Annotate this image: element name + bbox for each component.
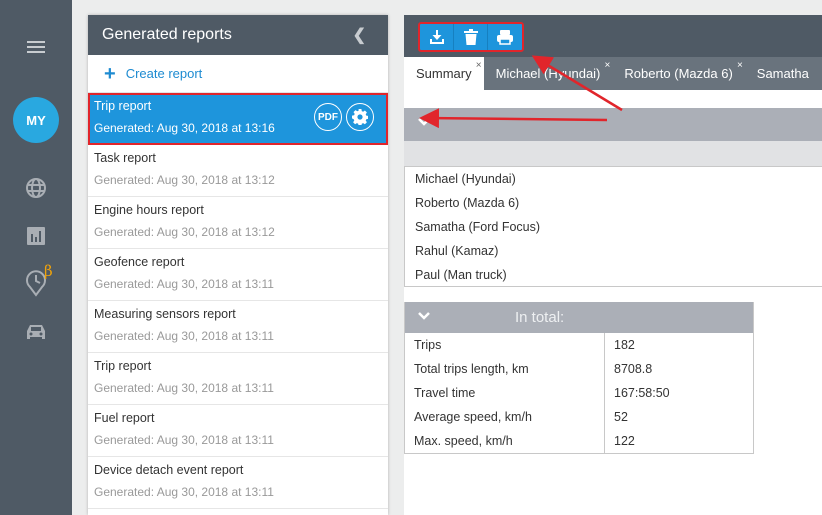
report-title: Trip report bbox=[94, 359, 152, 373]
chevron-down-icon[interactable] bbox=[418, 118, 430, 127]
report-title: Fuel report bbox=[94, 411, 155, 425]
group-header bbox=[404, 108, 822, 141]
group-subheader bbox=[404, 141, 822, 167]
report-generated: Generated: Aug 30, 2018 at 13:11 bbox=[94, 485, 274, 499]
totals-key: Max. speed, km/h bbox=[405, 429, 605, 453]
totals-table: In total: Trips 182 Total trips length, … bbox=[404, 302, 754, 454]
totals-row: Max. speed, km/h 122 bbox=[405, 429, 753, 453]
pdf-button[interactable]: PDF bbox=[314, 103, 342, 131]
download-icon bbox=[429, 30, 444, 44]
panel-title: Generated reports bbox=[102, 26, 232, 43]
tab-summary[interactable]: Summary × bbox=[404, 57, 484, 90]
totals-row: Total trips length, km 8708.8 bbox=[405, 357, 753, 381]
chevron-down-icon[interactable] bbox=[417, 311, 431, 321]
report-content: Michael (Hyundai) Roberto (Mazda 6) Sama… bbox=[404, 90, 822, 515]
totals-value: 52 bbox=[614, 410, 628, 424]
tab-label: Roberto (Mazda 6) bbox=[624, 66, 733, 81]
totals-row: Trips 182 bbox=[405, 333, 753, 357]
app: MY β Generated reports ❮ + Create report… bbox=[0, 0, 822, 515]
gear-icon bbox=[352, 109, 368, 125]
totals-header: In total: bbox=[405, 302, 753, 333]
vehicle-row[interactable]: Roberto (Mazda 6) bbox=[405, 191, 822, 215]
report-item[interactable]: Engine hours report Generated: Aug 30, 2… bbox=[88, 197, 388, 249]
print-icon bbox=[497, 30, 513, 45]
totals-key: Travel time bbox=[405, 381, 605, 405]
tab-samatha[interactable]: Samatha bbox=[745, 57, 821, 90]
report-title: Measuring sensors report bbox=[94, 307, 236, 321]
report-generated: Generated: Aug 30, 2018 at 13:11 bbox=[94, 381, 274, 395]
report-item[interactable]: Trip report Generated: Aug 30, 2018 at 1… bbox=[88, 353, 388, 405]
report-generated: Generated: Aug 30, 2018 at 13:12 bbox=[94, 225, 275, 239]
settings-button[interactable] bbox=[346, 103, 374, 131]
report-title: Engine hours report bbox=[94, 203, 204, 217]
trash-icon bbox=[463, 29, 478, 45]
report-item[interactable]: Geofence report Generated: Aug 30, 2018 … bbox=[88, 249, 388, 301]
close-icon[interactable]: × bbox=[476, 60, 482, 71]
report-generated: Generated: Aug 30, 2018 at 13:11 bbox=[94, 329, 274, 343]
globe-icon[interactable] bbox=[0, 176, 72, 200]
close-icon[interactable]: × bbox=[605, 60, 611, 71]
car-icon[interactable] bbox=[0, 320, 72, 344]
tab-label: Michael (Hyundai) bbox=[495, 66, 601, 81]
chevron-left-icon[interactable]: ❮ bbox=[353, 25, 366, 45]
totals-key: Average speed, km/h bbox=[405, 405, 605, 429]
report-title: Task report bbox=[94, 151, 156, 165]
delete-button[interactable] bbox=[454, 24, 488, 50]
tab-label: Summary bbox=[416, 66, 472, 81]
vehicle-row[interactable]: Paul (Man truck) bbox=[405, 263, 822, 287]
report-item[interactable]: Fuel report Generated: Aug 30, 2018 at 1… bbox=[88, 405, 388, 457]
report-title: Device detach event report bbox=[94, 463, 244, 477]
totals-value: 182 bbox=[614, 338, 635, 352]
report-tabs: Summary × Michael (Hyundai) × Roberto (M… bbox=[404, 57, 822, 90]
totals-row: Average speed, km/h 52 bbox=[405, 405, 753, 429]
report-generated: Generated: Aug 30, 2018 at 13:12 bbox=[94, 173, 275, 187]
bar-chart-icon[interactable] bbox=[0, 224, 72, 248]
vehicle-row[interactable]: Samatha (Ford Focus) bbox=[405, 215, 822, 239]
left-sidebar: MY β bbox=[0, 0, 72, 515]
beta-badge: β bbox=[44, 262, 53, 280]
report-generated: Generated: Aug 30, 2018 at 13:16 bbox=[94, 121, 275, 135]
totals-row: Travel time 167:58:50 bbox=[405, 381, 753, 405]
create-report-button[interactable]: + Create report bbox=[88, 55, 388, 93]
report-generated: Generated: Aug 30, 2018 at 13:11 bbox=[94, 277, 274, 291]
vehicle-row[interactable]: Michael (Hyundai) bbox=[405, 167, 822, 191]
hamburger-icon[interactable] bbox=[0, 36, 72, 58]
totals-value: 8708.8 bbox=[614, 362, 653, 376]
panel-header: Generated reports ❮ bbox=[88, 15, 388, 55]
create-report-label: Create report bbox=[125, 66, 203, 81]
generated-reports-panel: Generated reports ❮ + Create report Trip… bbox=[88, 15, 388, 515]
totals-value: 167:58:50 bbox=[614, 386, 670, 400]
totals-key: Trips bbox=[405, 333, 605, 357]
vehicle-row[interactable]: Rahul (Kamaz) bbox=[405, 239, 822, 263]
close-icon[interactable]: × bbox=[737, 60, 743, 71]
report-item[interactable]: Measuring sensors report Generated: Aug … bbox=[88, 301, 388, 353]
vehicle-list: Michael (Hyundai) Roberto (Mazda 6) Sama… bbox=[404, 167, 822, 287]
report-toolbar bbox=[404, 15, 822, 57]
avatar[interactable]: MY bbox=[13, 97, 59, 143]
totals-value: 122 bbox=[614, 434, 635, 448]
tab-michael[interactable]: Michael (Hyundai) × bbox=[484, 57, 613, 90]
report-title: Geofence report bbox=[94, 255, 185, 269]
totals-title: In total: bbox=[515, 309, 565, 326]
totals-key: Total trips length, km bbox=[405, 357, 605, 381]
plus-icon: + bbox=[104, 62, 116, 85]
clock-pin-icon[interactable] bbox=[0, 268, 72, 298]
report-generated: Generated: Aug 30, 2018 at 13:11 bbox=[94, 433, 274, 447]
pdf-label: PDF bbox=[318, 111, 338, 123]
download-button[interactable] bbox=[420, 24, 454, 50]
tab-roberto[interactable]: Roberto (Mazda 6) × bbox=[612, 57, 744, 90]
report-title: Trip report bbox=[94, 99, 152, 113]
report-item[interactable]: Trip report Generated: Aug 30, 2018 at 1… bbox=[88, 93, 388, 145]
report-item[interactable]: Device detach event report Generated: Au… bbox=[88, 457, 388, 509]
print-button[interactable] bbox=[488, 24, 522, 50]
tab-label: Samatha bbox=[756, 66, 809, 81]
report-item[interactable]: Task report Generated: Aug 30, 2018 at 1… bbox=[88, 145, 388, 197]
toolbar-button-group bbox=[418, 22, 524, 52]
